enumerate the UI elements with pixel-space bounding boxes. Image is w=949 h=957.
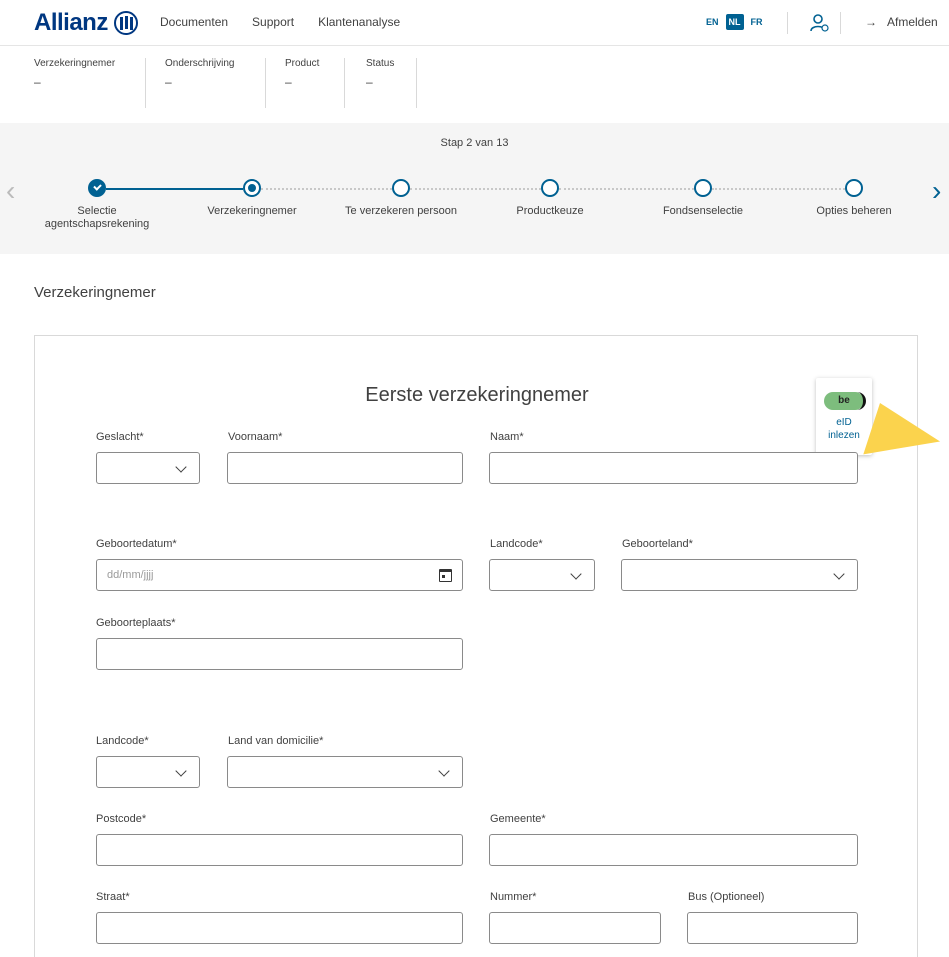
progress-line-todo <box>410 188 541 190</box>
geboorteplaats-label: Geboorteplaats* <box>96 617 176 629</box>
logout-button[interactable]: → Afmelden <box>865 15 938 29</box>
lang-fr[interactable]: FR <box>748 14 766 30</box>
straat-input[interactable] <box>96 912 463 944</box>
geboortedatum-input[interactable]: dd/mm/jjjj <box>96 559 463 591</box>
eid-label-line2: inlezen <box>828 430 860 441</box>
landcode2-select[interactable] <box>96 756 200 788</box>
header-divider <box>840 12 841 34</box>
gemeente-label: Gemeente* <box>490 813 546 825</box>
lang-en[interactable]: EN <box>703 14 722 30</box>
geboorteland-label: Geboorteland* <box>622 538 693 550</box>
nav-documenten[interactable]: Documenten <box>160 15 228 29</box>
logout-label: Afmelden <box>887 15 938 29</box>
naam-input[interactable] <box>489 452 858 484</box>
page-title: Verzekeringnemer <box>34 284 156 301</box>
info-label: Onderschrijving <box>165 58 235 69</box>
bus-label: Bus (Optioneel) <box>688 891 765 903</box>
user-settings-icon[interactable] <box>810 13 830 38</box>
gemeente-input[interactable] <box>489 834 858 866</box>
progress-line-done <box>106 188 243 190</box>
eid-label-line1: eID <box>836 417 852 428</box>
step-counter: Stap 2 van 13 <box>440 137 509 149</box>
step-node[interactable] <box>392 179 410 197</box>
step-label-te-verzekeren-persoon[interactable]: Te verzekeren persoon <box>331 205 471 218</box>
step-label-verzekeringnemer[interactable]: Verzekeringnemer <box>182 205 322 218</box>
landcode-select[interactable] <box>489 559 595 591</box>
brand-name: Allianz <box>34 9 108 36</box>
info-label: Verzekeringnemer <box>34 58 116 69</box>
nav-support[interactable]: Support <box>252 15 294 29</box>
voornaam-label: Voornaam* <box>228 431 283 443</box>
straat-label: Straat* <box>96 891 130 903</box>
info-onderschrijving: Onderschrijving – <box>165 58 266 108</box>
bus-input[interactable] <box>687 912 858 944</box>
allianz-eagle-icon <box>113 11 138 35</box>
postcode-input[interactable] <box>96 834 463 866</box>
chevron-left-icon[interactable]: ‹ <box>6 175 15 207</box>
geboortedatum-placeholder: dd/mm/jjjj <box>107 569 154 581</box>
main-nav: Documenten Support Klantenanalyse <box>160 15 400 29</box>
naam-label: Naam* <box>490 431 524 443</box>
step-label-fondsenselectie[interactable]: Fondsenselectie <box>633 205 773 218</box>
step-node[interactable] <box>541 179 559 197</box>
progress-stepper: Stap 2 van 13 ‹ › Selectie agentschapsre… <box>0 123 949 254</box>
eid-card-icon: be <box>824 392 866 410</box>
eid-read-button[interactable]: be eID inlezen <box>816 378 872 455</box>
progress-line-todo <box>261 188 392 190</box>
info-product: Product – <box>285 58 345 108</box>
domicilie-select[interactable] <box>227 756 463 788</box>
progress-line-todo <box>712 188 845 190</box>
lang-nl[interactable]: NL <box>725 14 744 30</box>
landcode2-label: Landcode* <box>96 735 149 747</box>
info-value: – <box>165 75 172 89</box>
info-verzekeringnemer: Verzekeringnemer – <box>34 58 146 108</box>
nummer-label: Nummer* <box>490 891 537 903</box>
info-value: – <box>366 75 373 89</box>
voornaam-input[interactable] <box>227 452 463 484</box>
landcode-label: Landcode* <box>490 538 543 550</box>
geboortedatum-label: Geboortedatum* <box>96 538 177 550</box>
step-label-selectie[interactable]: Selectie agentschapsrekening <box>27 205 167 231</box>
geboorteplaats-input[interactable] <box>96 638 463 670</box>
language-switcher: EN NL FR <box>703 14 766 30</box>
step-label-productkeuze[interactable]: Productkeuze <box>480 205 620 218</box>
header-divider <box>787 12 788 34</box>
card-title: Eerste verzekeringnemer <box>365 384 589 406</box>
nav-klantenanalyse[interactable]: Klantenanalyse <box>318 15 400 29</box>
domicilie-label: Land van domicilie* <box>228 735 324 747</box>
allianz-logo[interactable]: Allianz <box>34 9 138 37</box>
info-label: Status <box>366 58 395 69</box>
info-label: Product <box>285 58 320 69</box>
progress-line-todo <box>559 188 694 190</box>
info-value: – <box>285 75 292 89</box>
step-label-opties-beheren[interactable]: Opties beheren <box>784 205 924 218</box>
postcode-label: Postcode* <box>96 813 147 825</box>
logout-arrow-icon: → <box>865 15 877 29</box>
geslacht-label: Geslacht* <box>96 431 144 443</box>
step-node-done[interactable] <box>88 179 106 197</box>
geboorteland-select[interactable] <box>621 559 858 591</box>
top-bar: Allianz Documenten Support Klantenanalys… <box>0 0 949 46</box>
calendar-icon[interactable] <box>439 569 452 582</box>
nummer-input[interactable] <box>489 912 661 944</box>
step-node[interactable] <box>694 179 712 197</box>
chevron-right-icon[interactable]: › <box>932 175 941 207</box>
step-node-current[interactable] <box>243 179 261 197</box>
step-node[interactable] <box>845 179 863 197</box>
geslacht-select[interactable] <box>96 452 200 484</box>
policy-info-bar: Verzekeringnemer – Onderschrijving – Pro… <box>0 47 949 123</box>
info-status: Status – <box>366 58 417 108</box>
info-value: – <box>34 75 41 89</box>
